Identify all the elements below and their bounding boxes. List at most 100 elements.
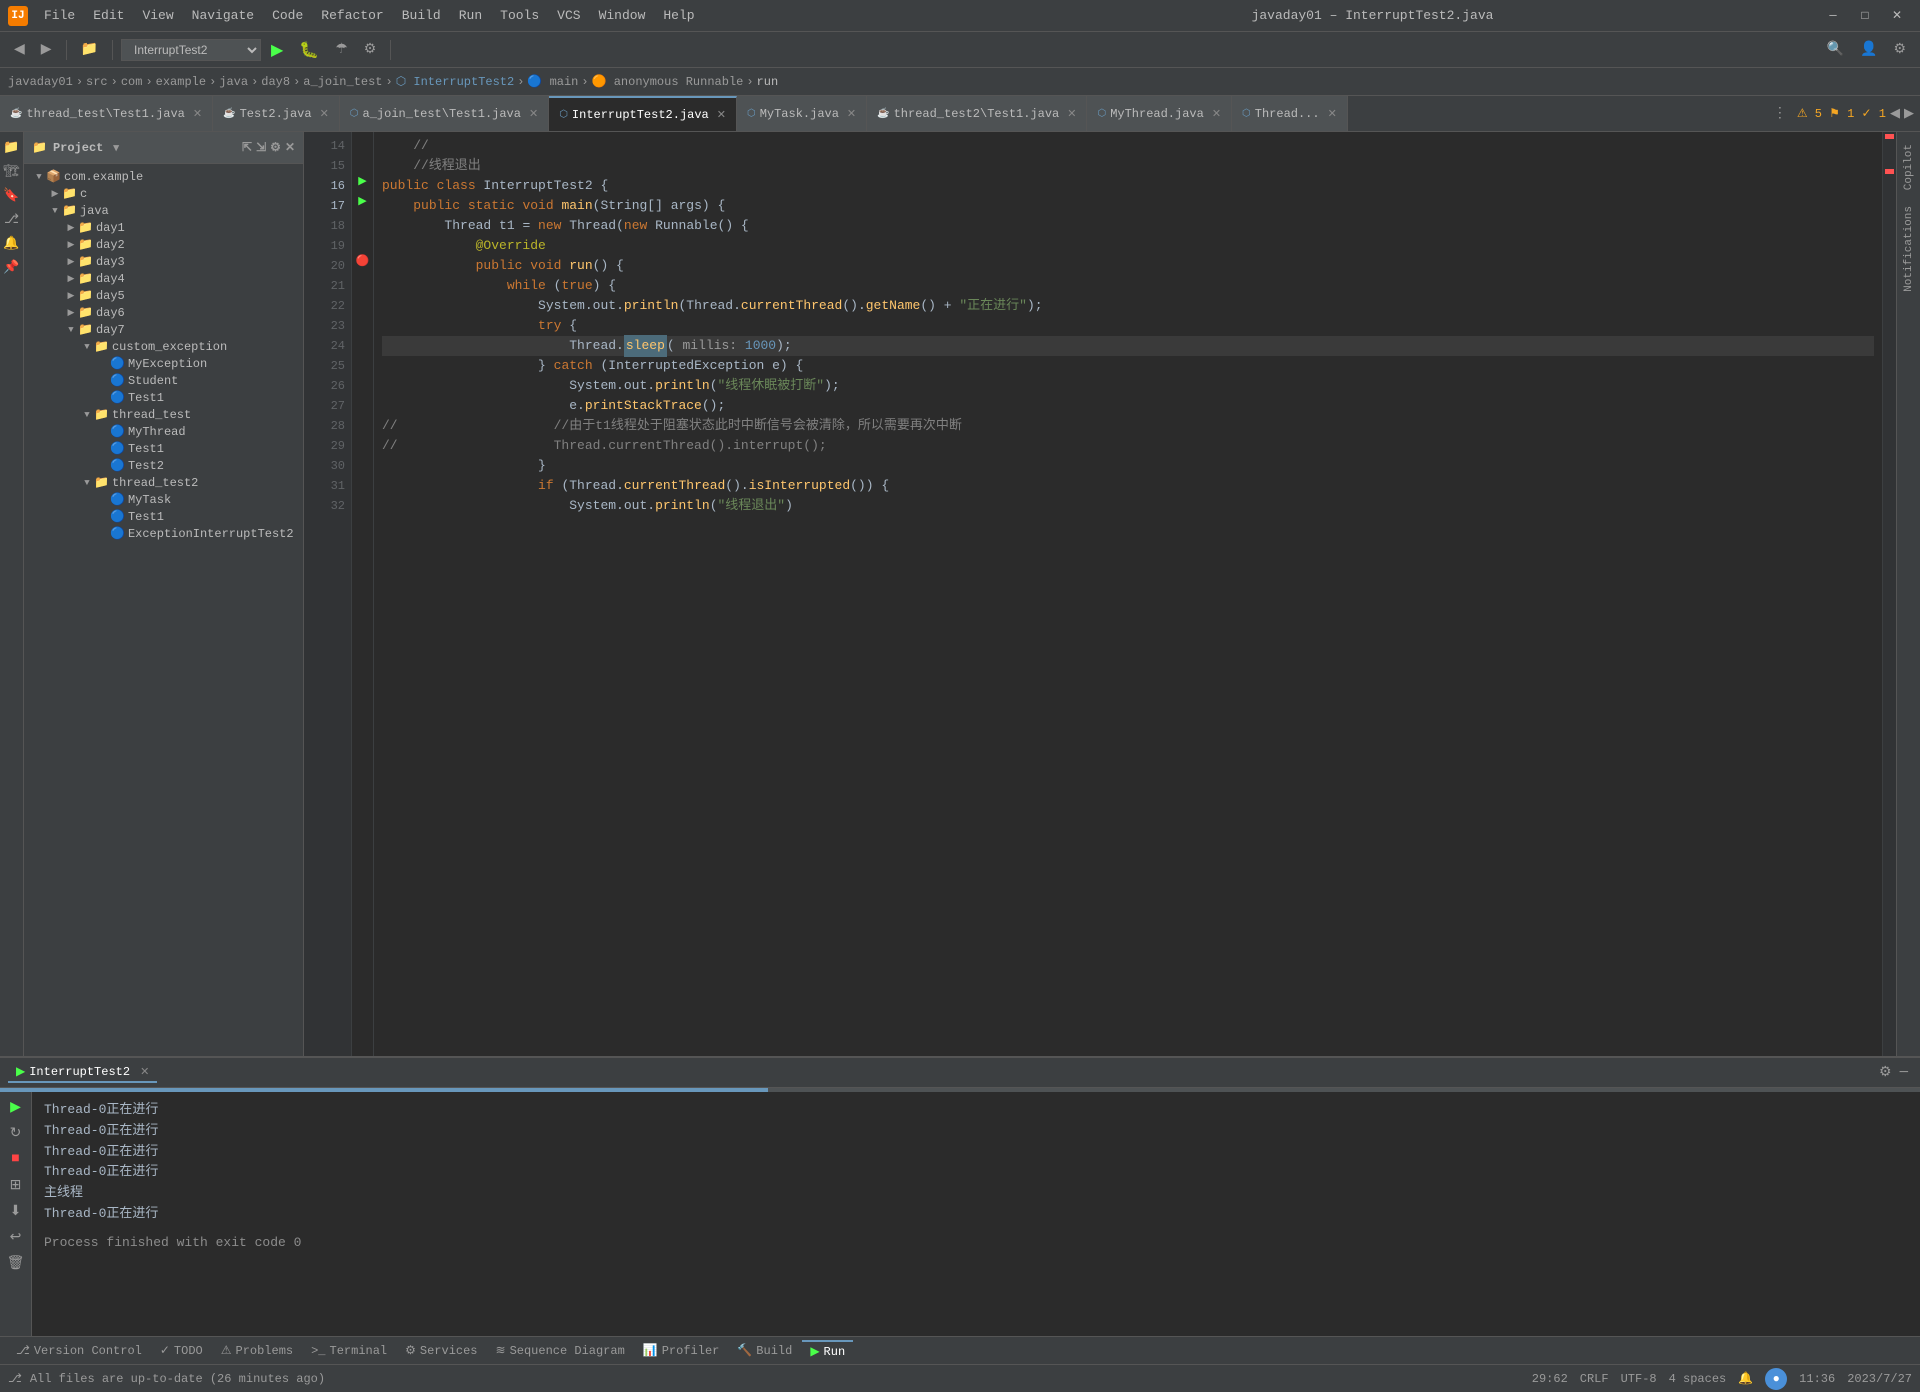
tab-scroll-right[interactable]: ▶ (1904, 106, 1914, 121)
tab-mythread[interactable]: ⬡ MyThread.java ✕ (1087, 96, 1232, 131)
left-icon-structure[interactable]: 🏗 (1, 160, 23, 182)
breadcrumb-day8[interactable]: day8 (261, 75, 290, 89)
tab-thread-test1[interactable]: ☕ thread_test\Test1.java ✕ (0, 96, 213, 131)
project-close-icon[interactable]: ✕ (285, 140, 295, 155)
menu-file[interactable]: File (36, 6, 83, 25)
tab-mytask[interactable]: ⬡ MyTask.java ✕ (737, 96, 867, 131)
status-line-ending[interactable]: CRLF (1580, 1372, 1609, 1386)
bottom-tab-build[interactable]: 🔨 Build (729, 1341, 800, 1360)
right-panel-copilot[interactable]: Copilot (1901, 136, 1917, 198)
breadcrumb-main[interactable]: 🔵 main (527, 74, 578, 89)
bottom-tab-sequence-diagram[interactable]: ≋ Sequence Diagram (488, 1341, 633, 1360)
tab-close-6[interactable]: ✕ (1067, 107, 1076, 121)
menu-code[interactable]: Code (264, 6, 311, 25)
bottom-tab-run[interactable]: ▶ Run (802, 1340, 853, 1361)
toolbar-back-button[interactable]: ◀ (8, 39, 31, 60)
tree-test1-tt2[interactable]: 🔵Test1 (24, 508, 303, 525)
tab-close-4[interactable]: ✕ (717, 108, 726, 122)
left-icon-notifications[interactable]: 🔔 (1, 232, 23, 254)
close-button[interactable]: ✕ (1882, 6, 1912, 26)
breadcrumb-project[interactable]: javaday01 (8, 75, 73, 89)
run-tab-close[interactable]: ✕ (140, 1065, 149, 1079)
status-notifications-icon[interactable]: 🔔 (1738, 1371, 1753, 1386)
left-icon-project[interactable]: 📁 (1, 136, 23, 158)
tree-java[interactable]: ▼ 📁 java (24, 202, 303, 219)
toolbar-settings[interactable]: ⚙ (1887, 39, 1912, 60)
run-config-select[interactable]: InterruptTest2 (121, 39, 261, 61)
bottom-tab-version-control[interactable]: ⎇ Version Control (8, 1341, 150, 1360)
toolbar-search[interactable]: 🔍 (1821, 39, 1850, 60)
run-filter-button[interactable]: ⊞ (5, 1174, 27, 1196)
run-resume-button[interactable]: ▶ (5, 1096, 27, 1118)
tree-day6[interactable]: ▶📁day6 (24, 304, 303, 321)
status-position[interactable]: 29:62 (1532, 1372, 1568, 1386)
status-indent[interactable]: 4 spaces (1669, 1372, 1727, 1386)
left-icon-bookmark[interactable]: 🔖 (1, 184, 23, 206)
tab-ajoin-test1[interactable]: ⬡ a_join_test\Test1.java ✕ (340, 96, 549, 131)
tree-com-example[interactable]: ▼ 📦 com.example (24, 168, 303, 185)
project-header-arrow[interactable]: ▾ (113, 141, 119, 155)
tab-thread[interactable]: ⬡ Thread... ✕ (1232, 96, 1348, 131)
code-editor[interactable]: // //线程退出 public class InterruptTest2 { … (374, 132, 1882, 1056)
left-icon-git[interactable]: ⎇ (1, 208, 23, 230)
bottom-tab-profiler[interactable]: 📊 Profiler (635, 1341, 728, 1360)
breadcrumb-src[interactable]: src (86, 75, 108, 89)
tab-close-7[interactable]: ✕ (1212, 107, 1221, 121)
run-soft-wrap-button[interactable]: ↩ (5, 1226, 27, 1248)
run-rerun-button[interactable]: ↻ (5, 1122, 27, 1144)
tab-thread-test2-test1[interactable]: ☕ thread_test2\Test1.java ✕ (867, 96, 1087, 131)
tree-c[interactable]: ▶ 📁 c (24, 185, 303, 202)
tree-day2[interactable]: ▶📁day2 (24, 236, 303, 253)
menu-help[interactable]: Help (655, 6, 702, 25)
tree-mythread[interactable]: 🔵MyThread (24, 423, 303, 440)
tree-day4[interactable]: ▶📁day4 (24, 270, 303, 287)
menu-edit[interactable]: Edit (85, 6, 132, 25)
tab-test2[interactable]: ☕ Test2.java ✕ (213, 96, 340, 131)
tree-day1[interactable]: ▶📁day1 (24, 219, 303, 236)
run-scroll-down-button[interactable]: ⬇ (5, 1200, 27, 1222)
tree-test1-ce[interactable]: 🔵Test1 (24, 389, 303, 406)
run-minimize-icon[interactable]: ─ (1896, 1065, 1912, 1081)
run-button[interactable]: ▶ (265, 38, 289, 62)
breadcrumb-ajointest[interactable]: a_join_test (303, 75, 382, 89)
run-settings-icon[interactable]: ⚙ (1875, 1064, 1896, 1081)
tab-interrupttest2[interactable]: ⬡ InterruptTest2.java ✕ (549, 96, 737, 131)
toolbar-more-run[interactable]: ⚙ (358, 39, 383, 60)
tab-scroll-left[interactable]: ◀ (1890, 106, 1900, 121)
minimize-button[interactable]: ─ (1818, 6, 1848, 26)
menu-vcs[interactable]: VCS (549, 6, 588, 25)
tab-close-5[interactable]: ✕ (847, 107, 856, 121)
tree-myexception[interactable]: 🔵MyException (24, 355, 303, 372)
tab-close-1[interactable]: ✕ (193, 107, 202, 121)
tree-mytask[interactable]: 🔵MyTask (24, 491, 303, 508)
project-gear-icon[interactable]: ⚙ (270, 140, 281, 155)
menu-build[interactable]: Build (394, 6, 449, 25)
code-container[interactable]: 14 15 16 17 18 19 20 21 22 23 24 25 26 2… (304, 132, 1896, 1056)
tree-day5[interactable]: ▶📁day5 (24, 287, 303, 304)
maximize-button[interactable]: □ (1850, 6, 1880, 26)
menu-run[interactable]: Run (451, 6, 490, 25)
run-stop-button[interactable]: ■ (5, 1148, 27, 1170)
menu-refactor[interactable]: Refactor (313, 6, 391, 25)
run-clear-button[interactable]: 🗑 (5, 1252, 27, 1274)
bottom-tab-problems[interactable]: ⚠ Problems (213, 1341, 301, 1360)
left-icon-pin[interactable]: 📌 (1, 256, 23, 278)
tree-custom-exception[interactable]: ▼📁custom_exception (24, 338, 303, 355)
breadcrumb-file[interactable]: ⬡ InterruptTest2 (396, 74, 515, 89)
status-avatar[interactable]: ● (1765, 1368, 1787, 1390)
tree-test1-tt[interactable]: 🔵Test1 (24, 440, 303, 457)
tab-close-8[interactable]: ✕ (1328, 107, 1337, 121)
bottom-tab-terminal[interactable]: >_ Terminal (303, 1342, 395, 1360)
breadcrumb-com[interactable]: com (121, 75, 143, 89)
menu-window[interactable]: Window (591, 6, 654, 25)
tree-thread-test2[interactable]: ▼📁thread_test2 (24, 474, 303, 491)
right-panel-notifications[interactable]: Notifications (1901, 198, 1917, 300)
tab-close-3[interactable]: ✕ (529, 107, 538, 121)
tree-test2-tt[interactable]: 🔵Test2 (24, 457, 303, 474)
project-expand-icon[interactable]: ⇲ (256, 140, 266, 155)
toolbar-avatar[interactable]: 👤 (1854, 39, 1883, 60)
bottom-tab-services[interactable]: ⚙ Services (397, 1341, 485, 1360)
tab-overflow-button[interactable]: ⋮ (1767, 105, 1793, 122)
menu-navigate[interactable]: Navigate (184, 6, 262, 25)
tab-close-2[interactable]: ✕ (320, 107, 329, 121)
